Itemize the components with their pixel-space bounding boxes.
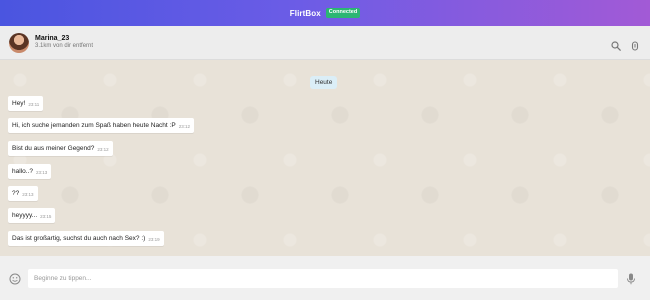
contact-avatar[interactable] [9, 32, 29, 53]
message-bubble[interactable]: ?? 23:13 [8, 186, 38, 201]
contact-distance: 3.1km von dir entfernt [35, 43, 94, 50]
brand-logo-text: FlirtBox [289, 8, 321, 18]
chat-header: Marina_23 3.1km von dir entfernt [0, 26, 650, 60]
message-time: 23:15 [40, 214, 52, 219]
message-time: 23:11 [28, 102, 40, 107]
attachment-icon[interactable] [630, 38, 640, 51]
message-time: 23:12 [178, 124, 190, 129]
message-text: Bist du aus meiner Gegend? [12, 145, 95, 152]
message-bubble[interactable]: Bist du aus meiner Gegend? 23:12 [8, 141, 113, 156]
message-bubble[interactable]: hallo..? 23:13 [8, 164, 52, 179]
message-text: heyyyy... [12, 212, 38, 219]
contact-name: Marina_23 [35, 35, 70, 43]
microphone-icon[interactable] [626, 272, 636, 285]
app-top-bar: FlirtBox Connected [0, 0, 650, 26]
message-time: 23:19 [148, 237, 160, 242]
message-time: 23:13 [35, 170, 48, 175]
chat-messages-area[interactable]: Heute Hey! 23:11 Hi, ich suche jemanden … [0, 60, 650, 256]
message-bubble[interactable]: Das ist großartig, suchst du auch nach S… [8, 231, 164, 246]
message-text: Das ist großartig, suchst du auch nach S… [12, 235, 146, 242]
message-text: Hey! [12, 100, 26, 107]
message-text: ?? [12, 190, 20, 197]
emoji-icon[interactable] [9, 272, 21, 285]
message-composer [0, 256, 650, 300]
date-separator: Heute [310, 76, 338, 89]
message-time: 23:13 [22, 192, 34, 197]
message-bubble[interactable]: Hey! 23:11 [8, 96, 44, 111]
message-bubble[interactable]: Hi, ich suche jemanden zum Spaß haben he… [8, 118, 194, 133]
message-input[interactable] [28, 268, 618, 288]
search-icon[interactable] [611, 38, 621, 51]
message-text: hallo..? [12, 168, 33, 175]
message-time: 23:12 [97, 147, 109, 152]
contact-info[interactable]: Marina_23 3.1km von dir entfernt [35, 35, 93, 50]
connection-status-badge: Connected [325, 8, 361, 18]
header-actions [611, 38, 640, 51]
message-text: Hi, ich suche jemanden zum Spaß haben he… [12, 122, 176, 129]
message-bubble[interactable]: heyyyy... 23:15 [8, 208, 56, 223]
